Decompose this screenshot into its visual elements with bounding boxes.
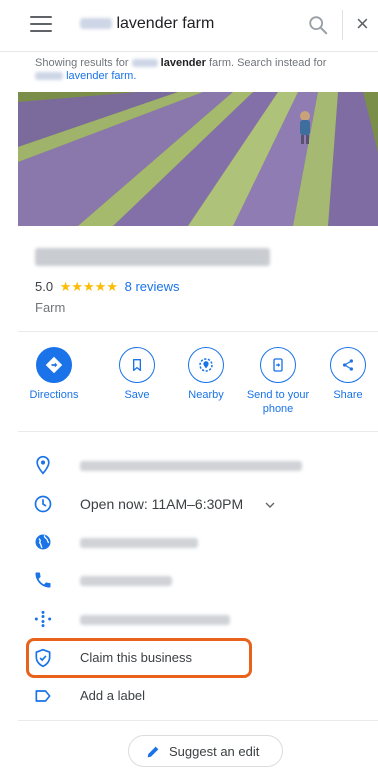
- search-icon[interactable]: [307, 14, 329, 36]
- place-photo[interactable]: [18, 92, 378, 226]
- directions-button[interactable]: Directions: [22, 347, 86, 402]
- suggest-edit-button[interactable]: Suggest an edit: [128, 735, 283, 767]
- search-instead-link[interactable]: lavender farm.: [66, 70, 136, 82]
- bookmark-icon: [119, 347, 155, 383]
- hours-text: Open now: 11AM–6:30PM: [80, 496, 244, 512]
- nearby-icon: [188, 347, 224, 383]
- divider: [18, 720, 378, 721]
- phone-row[interactable]: [0, 565, 378, 595]
- place-category: Farm: [35, 300, 66, 315]
- add-label-label: Add a label: [80, 688, 146, 703]
- suggest-edit-label: Suggest an edit: [169, 744, 260, 759]
- save-button[interactable]: Save: [105, 347, 169, 402]
- reviews-link[interactable]: 8 reviews: [125, 279, 180, 294]
- redacted-text: [35, 248, 270, 266]
- chevron-down-icon[interactable]: [262, 497, 278, 513]
- clock-icon: [34, 495, 52, 513]
- rating-value: 5.0: [35, 279, 54, 294]
- search-input[interactable]: lavender farm: [80, 15, 214, 33]
- address-row[interactable]: [0, 450, 378, 480]
- redacted-text: [131, 59, 158, 68]
- directions-label: Directions: [29, 389, 79, 401]
- close-icon[interactable]: ×: [356, 13, 376, 36]
- search-bar: lavender farm ×: [0, 0, 378, 52]
- website-row[interactable]: [0, 527, 378, 557]
- redacted-text: [80, 460, 302, 471]
- showing-rest: farm. Search instead for: [208, 57, 327, 69]
- rating-row: 5.0 ★★★★★ 8 reviews: [35, 279, 180, 295]
- send-to-phone-label: Send to your phone: [246, 389, 310, 415]
- redacted-text: [80, 614, 230, 625]
- nearby-button[interactable]: Nearby: [174, 347, 238, 402]
- redacted-text: [80, 575, 172, 586]
- claim-business-highlight: [26, 638, 252, 678]
- share-label: Share: [333, 389, 363, 401]
- save-label: Save: [124, 389, 150, 401]
- phone-text: [80, 572, 172, 587]
- redacted-text: [35, 72, 63, 81]
- label-icon: [35, 690, 51, 702]
- add-label-row[interactable]: Add a label: [0, 681, 378, 711]
- directions-icon: [36, 347, 72, 383]
- website-text: [80, 534, 198, 549]
- phone-icon: [35, 572, 51, 588]
- showing-prefix: Showing results for: [35, 57, 129, 69]
- location-pin-icon: [36, 455, 50, 475]
- redacted-text: [80, 537, 198, 548]
- plus-code-text: [80, 611, 230, 626]
- redacted-text: [80, 18, 112, 30]
- share-icon: [330, 347, 366, 383]
- showing-bold: lavender: [160, 57, 206, 69]
- send-to-phone-icon: [260, 347, 296, 383]
- nearby-label: Nearby: [188, 389, 224, 401]
- pencil-icon: [147, 746, 159, 758]
- star-rating: ★★★★★: [59, 279, 118, 294]
- menu-icon[interactable]: [30, 16, 52, 34]
- search-query-text: lavender farm: [116, 15, 215, 32]
- plus-code-row[interactable]: [0, 604, 378, 634]
- plus-code-icon: [34, 610, 52, 628]
- place-title: [35, 248, 275, 268]
- globe-icon: [35, 534, 51, 550]
- divider: [342, 10, 343, 40]
- spelling-suggestion: Showing results for lavender farm. Searc…: [35, 57, 365, 83]
- share-button[interactable]: Share: [316, 347, 378, 402]
- address-text: [80, 457, 302, 472]
- hours-row[interactable]: Open now: 11AM–6:30PM: [0, 489, 378, 519]
- send-to-phone-button[interactable]: Send to your phone: [242, 347, 314, 416]
- divider: [18, 431, 378, 432]
- divider: [18, 331, 378, 332]
